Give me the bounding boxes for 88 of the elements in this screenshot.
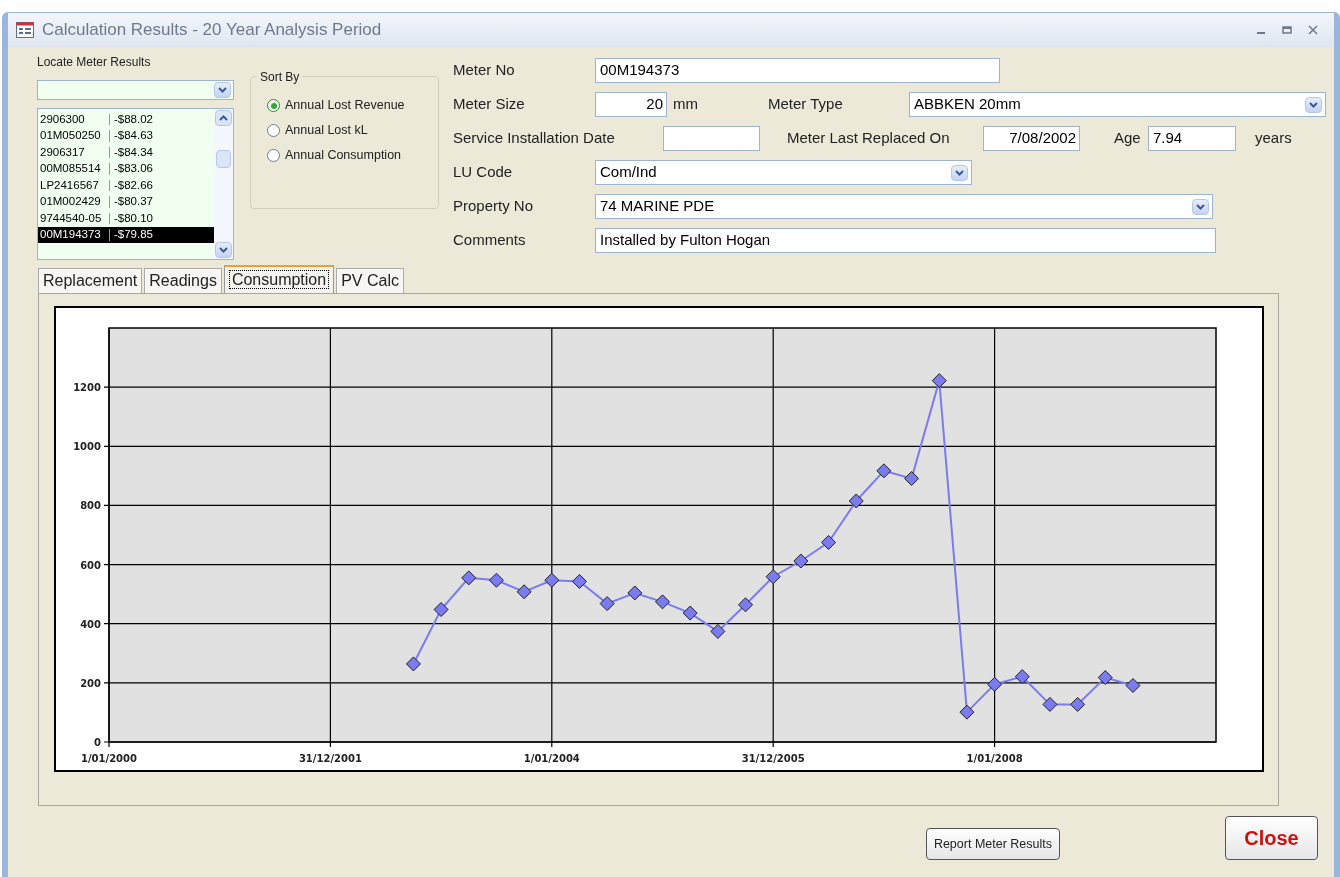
x-tick-label: 31/12/2005 <box>741 753 805 764</box>
tab[interactable]: Consumption <box>223 265 335 293</box>
y-tick-label: 0 <box>93 737 101 748</box>
close-button[interactable]: Close <box>1225 816 1318 860</box>
data-point-marker <box>1041 696 1057 712</box>
list-row[interactable]: 01M002429 -$80.37 <box>38 193 214 210</box>
form-icon <box>16 22 34 38</box>
field-label: Meter No <box>453 60 516 81</box>
data-point-marker <box>405 656 421 672</box>
list-row[interactable]: 00M194373 -$79.85 <box>38 226 214 243</box>
data-point-marker <box>1014 669 1030 685</box>
list-row[interactable]: 2906300 -$88.02 <box>38 111 214 128</box>
unit-label: years <box>1254 128 1292 149</box>
unit-label: mm <box>672 94 699 115</box>
list-row[interactable]: LP2416567 -$82.66 <box>38 177 214 194</box>
field-label: Age <box>1114 128 1142 149</box>
y-tick-label: 600 <box>79 559 101 571</box>
field-label: Meter Size <box>453 94 526 115</box>
field-label: Meter Type <box>768 94 844 115</box>
lu-code-combo[interactable]: Com/Ind <box>595 160 972 185</box>
data-point-marker <box>460 570 476 586</box>
meter-results-list[interactable]: 2906300 -$88.02 01M050250 -$84.63 2906317 -$84.34 00M085514 -$83.06 LP2416567 -$82.66 01M002429 -$80.37 9744540-05 -$80.10 00M194373 -$79.85 <box>37 108 234 260</box>
last-replaced-field[interactable]: 7/08/2002 <box>983 126 1080 151</box>
data-point-marker <box>1097 670 1113 686</box>
tab[interactable]: PV Calc <box>336 268 404 293</box>
scroll-thumb[interactable] <box>216 150 231 168</box>
data-point-marker <box>626 585 642 601</box>
field-label: Service Installation Date <box>453 128 616 149</box>
data-point-marker <box>654 594 670 610</box>
data-point-marker <box>820 534 836 550</box>
x-tick-label: 1/01/2008 <box>966 753 1023 764</box>
data-point-marker <box>709 623 725 639</box>
installation-date-field[interactable] <box>663 126 760 151</box>
tab[interactable]: Replacement <box>38 268 143 293</box>
x-tick-label: 31/12/2001 <box>298 753 362 764</box>
radio-button[interactable] <box>267 149 280 162</box>
data-point-marker <box>571 573 587 589</box>
list-row[interactable]: 9744540-05 -$80.10 <box>38 210 214 227</box>
data-point-marker <box>433 602 449 617</box>
comments-field[interactable]: Installed by Fulton Hogan <box>595 228 1216 253</box>
list-row[interactable]: 01M050250 -$84.63 <box>38 127 214 144</box>
data-point-marker <box>488 572 504 588</box>
radio-label: Annual Lost Revenue <box>285 97 405 115</box>
list-row[interactable]: 00M085514 -$83.06 <box>38 160 214 177</box>
close-icon[interactable] <box>1308 25 1318 35</box>
data-point-marker <box>682 605 698 621</box>
data-point-marker <box>1124 678 1140 693</box>
data-point-marker <box>848 493 864 509</box>
locate-label: Locate Meter Results <box>37 54 152 71</box>
y-tick-label: 400 <box>79 618 101 630</box>
list-row[interactable]: 2906317 -$84.34 <box>38 144 214 161</box>
field-label: Comments <box>453 230 527 251</box>
data-point-marker <box>737 597 753 613</box>
maximize-icon[interactable] <box>1282 25 1292 35</box>
data-point-marker <box>958 704 974 720</box>
age-field[interactable]: 7.94 <box>1148 126 1236 151</box>
meter-no-field[interactable]: 00M194373 <box>595 58 1000 83</box>
data-point-marker <box>986 676 1002 692</box>
report-button[interactable]: Report Meter Results <box>925 828 1060 860</box>
x-tick-label: 1/01/2004 <box>523 753 580 764</box>
meter-type-combo[interactable]: ABBKEN 20mm <box>909 92 1326 117</box>
data-point-marker <box>931 373 947 389</box>
data-point-marker <box>543 572 559 588</box>
data-point-marker <box>765 569 781 585</box>
radio-button[interactable] <box>267 124 280 137</box>
radio-label: Annual Consumption <box>285 147 402 165</box>
data-point-marker <box>875 463 891 479</box>
field-label: Property No <box>453 196 535 217</box>
radio-button[interactable] <box>267 99 280 112</box>
data-point-marker <box>516 584 532 600</box>
data-point-marker <box>599 596 615 612</box>
window-title: Calculation Results - 20 Year Analysis Period <box>42 19 382 42</box>
data-point-marker <box>1069 696 1085 712</box>
meter-size-field[interactable]: 20 <box>595 92 667 117</box>
field-label: LU Code <box>453 162 514 183</box>
y-tick-label: 1000 <box>72 441 101 453</box>
y-tick-label: 200 <box>79 677 101 689</box>
y-tick-label: 800 <box>79 500 101 512</box>
y-tick-label: 1200 <box>72 382 101 394</box>
radio-label: Annual Lost kL <box>285 122 368 140</box>
x-tick-label: 1/01/2000 <box>80 753 137 764</box>
field-label: Meter Last Replaced On <box>787 128 951 149</box>
list-scrollbar[interactable] <box>214 109 233 259</box>
data-point-marker <box>792 553 808 569</box>
tab[interactable]: Readings <box>144 268 222 293</box>
data-point-marker <box>903 471 919 486</box>
scroll-up-icon[interactable] <box>215 110 232 126</box>
property-no-combo[interactable]: 74 MARINE PDE <box>595 194 1213 219</box>
